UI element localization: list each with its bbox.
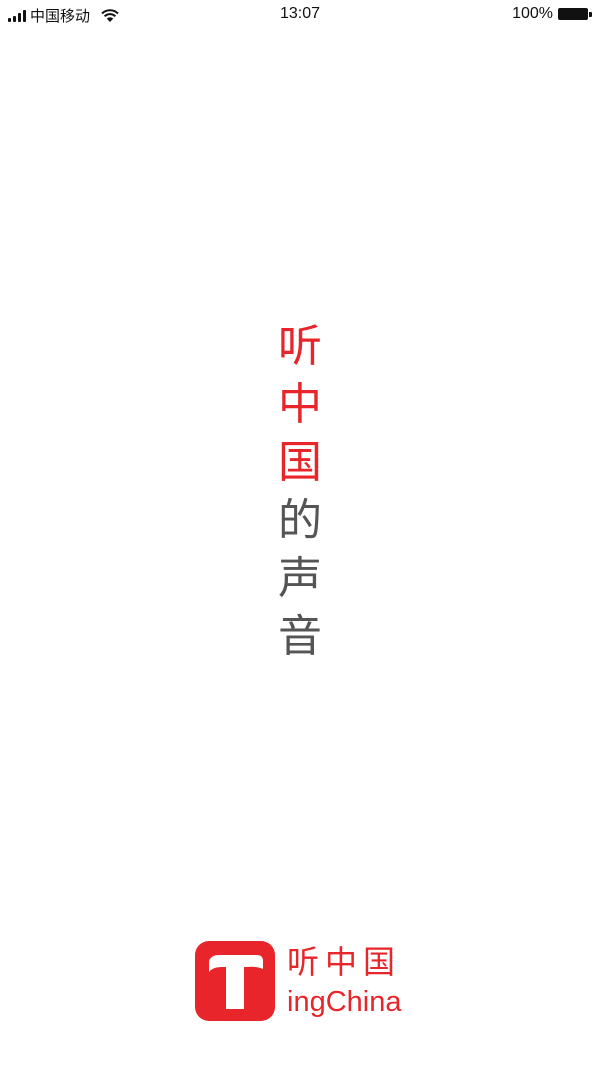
status-bar: 中国移动 13:07 100% xyxy=(0,0,600,30)
status-time: 13:07 xyxy=(279,5,321,22)
slogan-char: 听 xyxy=(278,321,322,372)
app-logo: 听中国 ingChina xyxy=(195,941,401,1021)
logo-text: 听中国 ingChina xyxy=(287,942,401,1020)
slogan: 听 中 国 的 声 音 xyxy=(270,318,330,666)
logo-chinese-name: 听中国 xyxy=(287,943,402,981)
battery-percentage: 100% xyxy=(512,5,553,22)
slogan-char: 音 xyxy=(278,611,322,662)
slogan-char: 国 xyxy=(278,437,322,488)
battery-tip xyxy=(589,11,592,17)
battery-icon xyxy=(558,8,588,20)
slogan-char: 中 xyxy=(278,379,322,430)
letter-t-logo-icon xyxy=(195,941,275,1021)
slogan-char: 的 xyxy=(278,495,322,546)
logo-english-name: ingChina xyxy=(287,986,402,1018)
status-right: 100% xyxy=(512,5,592,23)
slogan-char: 声 xyxy=(278,553,322,604)
